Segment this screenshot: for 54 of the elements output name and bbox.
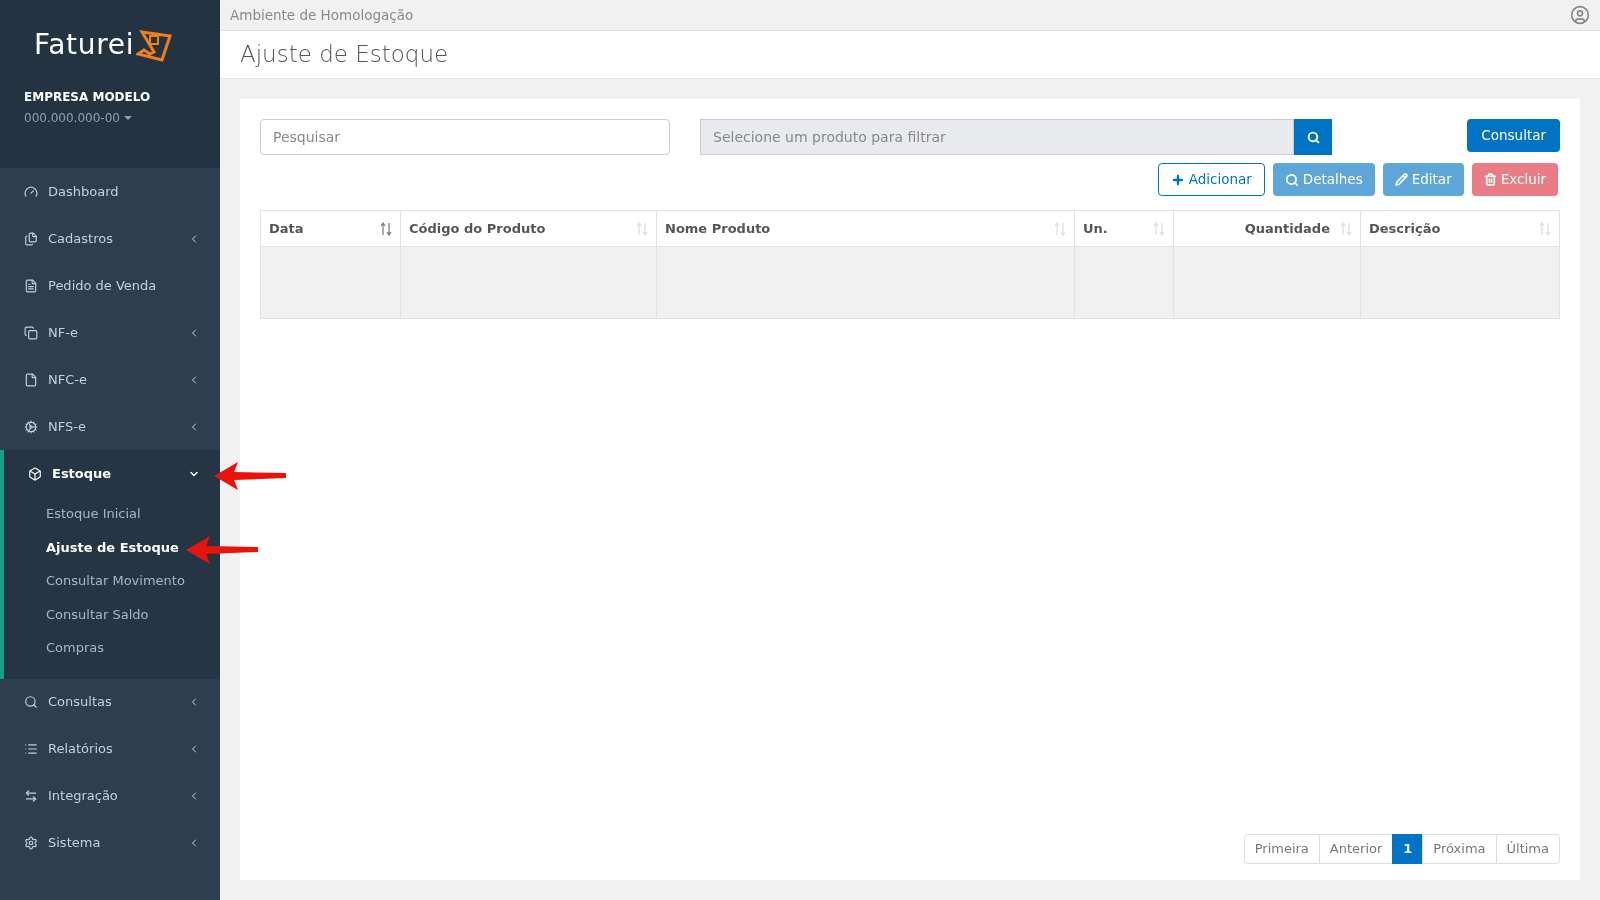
trash-icon bbox=[1483, 173, 1497, 186]
column-header[interactable]: Código do Produto bbox=[400, 210, 657, 247]
search-field[interactable]: Pesquisar bbox=[260, 119, 670, 155]
annotation-arrow bbox=[214, 461, 286, 491]
add-button[interactable]: Adicionar bbox=[1157, 163, 1265, 196]
sidebar-item[interactable]: Consultas bbox=[0, 678, 220, 726]
column-header[interactable]: Un. bbox=[1074, 210, 1174, 247]
column-header[interactable]: Quantidade bbox=[1173, 210, 1361, 247]
company-name: EMPRESA MODELO bbox=[24, 89, 152, 106]
file-icon bbox=[24, 372, 38, 387]
plus-icon bbox=[1170, 172, 1185, 187]
pagination-button[interactable]: Primeira bbox=[1243, 834, 1320, 864]
pagination-button[interactable]: Última bbox=[1495, 834, 1560, 864]
sidebar-item[interactable]: Dashboard bbox=[0, 168, 220, 215]
search-icon bbox=[24, 695, 38, 709]
arrows-icon bbox=[24, 789, 38, 803]
search-icon bbox=[1306, 130, 1320, 144]
copy-icon bbox=[24, 325, 38, 340]
page-title: Ajuste de Estoque bbox=[240, 40, 449, 70]
sidebar-item[interactable]: Pedido de Venda bbox=[0, 262, 220, 309]
company-dropdown[interactable]: 000.000.000-00 bbox=[24, 109, 132, 127]
column-header[interactable]: Nome Produto bbox=[656, 210, 1075, 247]
submenu-item[interactable]: Consultar Movimento bbox=[46, 571, 185, 591]
annotation-arrow bbox=[186, 535, 258, 565]
sidebar-item[interactable]: Estoque bbox=[4, 450, 220, 497]
sidebar-item[interactable]: NF-e bbox=[0, 309, 220, 356]
sidebar-item[interactable]: Sistema bbox=[0, 819, 220, 867]
pagination-button[interactable]: Próxima bbox=[1422, 834, 1497, 864]
search-button[interactable] bbox=[1294, 119, 1332, 155]
search-icon bbox=[1284, 172, 1299, 187]
document-icon bbox=[24, 278, 38, 293]
consult-button[interactable]: Consultar bbox=[1467, 119, 1560, 152]
gauge-icon bbox=[24, 184, 38, 199]
box-icon bbox=[28, 466, 42, 481]
environment-label: Ambiente de Homologação bbox=[230, 5, 414, 25]
logo-icon bbox=[136, 28, 173, 62]
sidebar-item[interactable]: Relatórios bbox=[0, 725, 220, 773]
pagination-button[interactable]: 1 bbox=[1392, 834, 1424, 864]
submenu-item[interactable]: Compras bbox=[46, 638, 105, 658]
user-icon[interactable] bbox=[1570, 5, 1590, 25]
list-icon bbox=[24, 742, 38, 756]
column-header[interactable]: Data bbox=[260, 210, 401, 247]
submenu-item[interactable]: Ajuste de Estoque bbox=[46, 537, 179, 557]
files-icon bbox=[24, 231, 38, 246]
sidebar-item[interactable]: NFC-e bbox=[0, 356, 220, 403]
column-header[interactable]: Descrição bbox=[1360, 210, 1560, 247]
pagination-button[interactable]: Anterior bbox=[1318, 834, 1394, 864]
sidebar-item[interactable]: NFS-e bbox=[0, 403, 220, 450]
pencil-icon bbox=[1394, 173, 1408, 186]
submenu-item[interactable]: Estoque Inicial bbox=[46, 504, 141, 524]
sidebar-item[interactable]: Cadastros bbox=[0, 215, 220, 262]
logo-text: Faturei bbox=[34, 27, 135, 63]
submenu-item[interactable]: Consultar Saldo bbox=[46, 604, 149, 624]
sidebar-item[interactable]: Integração bbox=[0, 772, 220, 820]
